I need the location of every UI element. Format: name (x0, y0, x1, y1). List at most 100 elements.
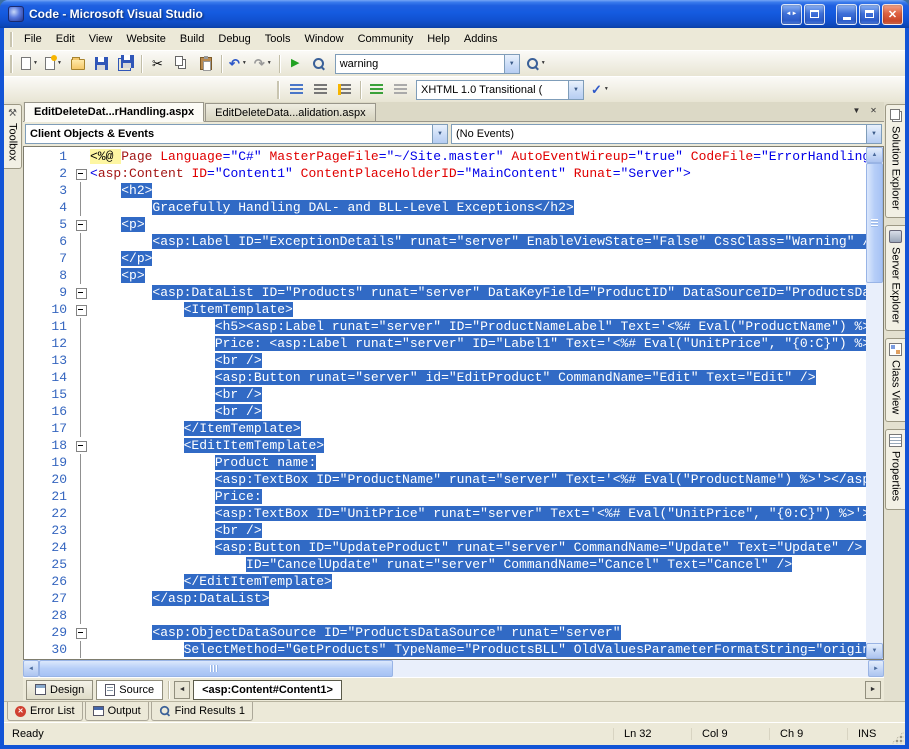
menu-website[interactable]: Website (119, 31, 173, 47)
code-line[interactable]: 27 </asp:DataList> (24, 590, 866, 607)
code-line[interactable]: 3 <h2> (24, 182, 866, 199)
menu-help[interactable]: Help (420, 31, 457, 47)
code-line[interactable]: 21 Price: (24, 488, 866, 505)
code-line[interactable]: 18 <EditItemTemplate> (24, 437, 866, 454)
code-line[interactable]: 14 <asp:Button runat="server" id="EditPr… (24, 369, 866, 386)
restore-button[interactable] (859, 3, 880, 25)
code-line[interactable]: 9 <asp:DataList ID="Products" runat="ser… (24, 284, 866, 301)
source-view-button[interactable]: Source (96, 679, 164, 700)
code-line[interactable]: 10 <ItemTemplate> (24, 301, 866, 318)
menu-debug[interactable]: Debug (211, 31, 257, 47)
code-line[interactable]: 12 Price: <asp:Label runat="server" ID="… (24, 335, 866, 352)
find-next-button[interactable]: ▼ (524, 53, 549, 75)
minimize-button[interactable] (836, 3, 857, 25)
sidebar-tab-solution-explorer[interactable]: Solution Explorer (885, 104, 905, 218)
new-file-button[interactable]: ▼ (18, 53, 41, 75)
scroll-down-button[interactable]: ▼ (866, 643, 883, 659)
horizontal-scroll-thumb[interactable] (39, 660, 393, 677)
code-line[interactable]: 15 <br /> (24, 386, 866, 403)
monitor-swap-button[interactable]: ◄► (781, 3, 802, 25)
design-view-button[interactable]: Design (26, 679, 94, 700)
tag-breadcrumb[interactable]: <asp:Content#Content1> (193, 679, 342, 700)
vertical-scroll-thumb[interactable] (866, 163, 883, 283)
toolbar-grip[interactable] (10, 54, 13, 73)
code-line[interactable]: 24 <asp:Button ID="UpdateProduct" runat=… (24, 539, 866, 556)
object-dropdown[interactable]: Client Objects & Events ▼ (25, 124, 448, 144)
code-line[interactable]: 2 <asp:Content ID="Content1" ContentPlace… (24, 165, 866, 182)
tag-nav-left-button[interactable]: ◄ (174, 680, 191, 699)
tab-validation-aspx[interactable]: EditDeleteData...alidation.aspx (205, 103, 376, 121)
code-line[interactable]: 4 Gracefully Handling DAL- and BLL-Level… (24, 199, 866, 216)
code-line[interactable]: 29 <asp:ObjectDataSource ID="ProductsDat… (24, 624, 866, 641)
find-combobox[interactable]: warning ▼ (334, 53, 520, 74)
save-all-button[interactable] (114, 53, 137, 75)
events-dropdown[interactable]: (No Events) ▼ (451, 124, 882, 144)
dropdown-arrow-icon[interactable]: ▼ (503, 54, 519, 73)
code-line[interactable]: 5 <p> (24, 216, 866, 233)
save-button[interactable] (90, 53, 113, 75)
code-line[interactable]: 20 <asp:TextBox ID="ProductName" runat="… (24, 471, 866, 488)
fold-toggle-icon[interactable] (76, 216, 90, 233)
uncomment-button[interactable] (389, 79, 412, 101)
code-line[interactable]: 13 <br /> (24, 352, 866, 369)
redo-button[interactable]: ↷ ▼ (251, 53, 275, 75)
sidebar-tab-server-explorer[interactable]: Server Explorer (885, 224, 905, 332)
code-line[interactable]: 11 <h5><asp:Label runat="server" ID="Pro… (24, 318, 866, 335)
code-line[interactable]: 28 (24, 607, 866, 624)
fold-toggle-icon[interactable] (76, 437, 90, 454)
code-line[interactable]: 22 <asp:TextBox ID="UnitPrice" runat="se… (24, 505, 866, 522)
code-line[interactable]: 16 <br /> (24, 403, 866, 420)
titlebar[interactable]: Code - Microsoft Visual Studio ◄► ✕ (0, 0, 909, 28)
dropdown-arrow-icon[interactable]: ▼ (568, 80, 583, 99)
code-editor[interactable]: 1 <%@ Page Language="C#" MasterPageFile="… (24, 147, 866, 659)
add-item-button[interactable]: ▼ (42, 53, 65, 75)
menu-build[interactable]: Build (173, 31, 211, 47)
scroll-up-button[interactable]: ▲ (866, 147, 883, 163)
find-in-files-button[interactable] (308, 53, 331, 75)
decrease-indent-button[interactable] (309, 79, 332, 101)
paste-button[interactable] (194, 53, 217, 75)
format-document-button[interactable] (285, 79, 308, 101)
menu-window[interactable]: Window (297, 31, 350, 47)
doctype-combobox[interactable]: XHTML 1.0 Transitional ( ▼ (416, 79, 584, 100)
fold-toggle-icon[interactable] (76, 624, 90, 641)
tab-close-button[interactable]: ✕ (866, 103, 881, 118)
sidebar-tab-properties[interactable]: Properties (885, 429, 905, 510)
sidebar-tab-class-view[interactable]: Class View (885, 338, 905, 423)
code-line[interactable]: 23 <br /> (24, 522, 866, 539)
cut-button[interactable]: ✂ (146, 53, 169, 75)
code-line[interactable]: 19 Product name: (24, 454, 866, 471)
panel-tab-output[interactable]: Output (84, 702, 149, 721)
code-line[interactable]: 26 </EditItemTemplate> (24, 573, 866, 590)
menu-edit[interactable]: Edit (49, 31, 82, 47)
scroll-left-button[interactable]: ◄ (23, 660, 39, 677)
undo-button[interactable]: ↶ ▼ (226, 53, 250, 75)
menu-file[interactable]: File (17, 31, 49, 47)
code-line[interactable]: 7 </p> (24, 250, 866, 267)
vertical-scroll-track[interactable] (866, 163, 883, 643)
panel-tab-error-list[interactable]: ✕ Error List (7, 702, 83, 721)
menu-addins[interactable]: Addins (457, 31, 505, 47)
start-debug-button[interactable]: ▶ (284, 53, 307, 75)
close-button[interactable]: ✕ (882, 3, 903, 25)
fold-toggle-icon[interactable] (76, 284, 90, 301)
code-line[interactable]: 6 <asp:Label ID="ExceptionDetails" runat… (24, 233, 866, 250)
copy-button[interactable] (170, 53, 193, 75)
code-line[interactable]: 25 ID="CancelUpdate" runat="server" Comm… (24, 556, 866, 573)
increase-indent-button[interactable] (333, 79, 356, 101)
code-line[interactable]: 1 <%@ Page Language="C#" MasterPageFile="… (24, 148, 866, 165)
menu-tools[interactable]: Tools (258, 31, 298, 47)
menubar-grip[interactable] (10, 31, 13, 47)
comment-button[interactable] (365, 79, 388, 101)
tab-list-dropdown-button[interactable]: ▼ (849, 103, 864, 118)
vertical-scrollbar[interactable]: ▲ ▼ (866, 147, 883, 659)
check-style-button[interactable]: ✓ ▼ (588, 79, 612, 101)
scroll-right-button[interactable]: ► (868, 660, 884, 677)
code-line[interactable]: 8 <p> (24, 267, 866, 284)
open-file-button[interactable] (66, 53, 89, 75)
dropdown-arrow-icon[interactable]: ▼ (432, 125, 447, 143)
sidebar-tab-toolbox[interactable]: ⚒ Toolbox (4, 104, 22, 169)
tab-errorhandling-aspx[interactable]: EditDeleteDat...rHandling.aspx (24, 102, 205, 122)
menu-community[interactable]: Community (351, 31, 421, 47)
code-line[interactable]: 30 SelectMethod="GetProducts" TypeName="… (24, 641, 866, 658)
